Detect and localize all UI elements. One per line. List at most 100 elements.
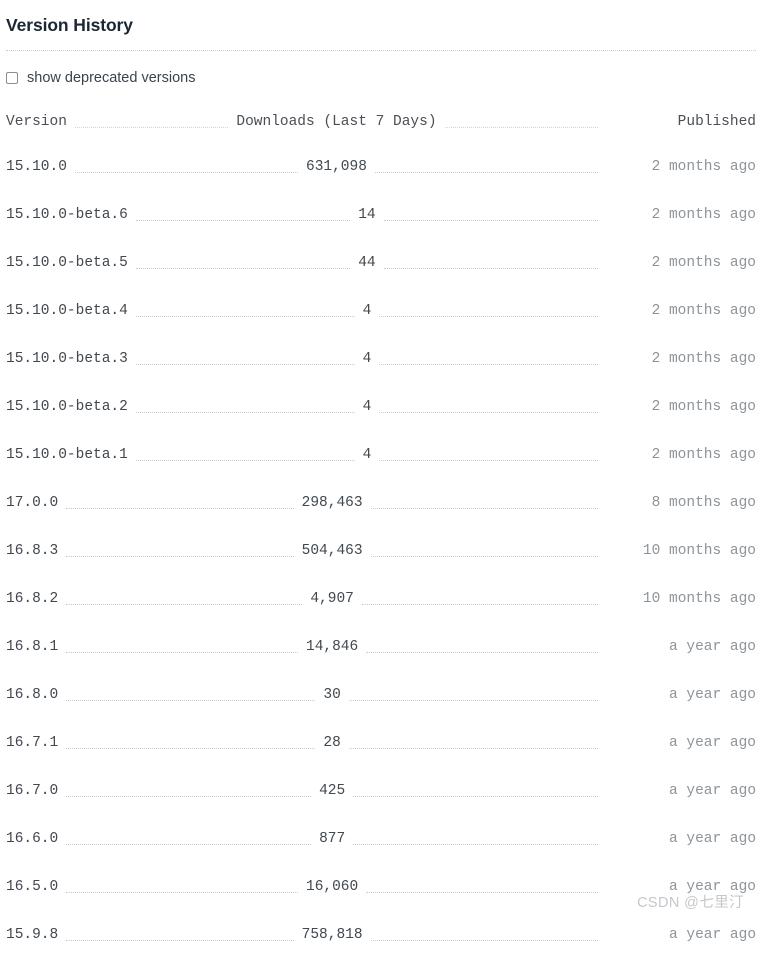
- column-header-version[interactable]: Version: [6, 114, 67, 130]
- table-row[interactable]: 16.7.0 425 a year ago: [6, 767, 756, 815]
- leader-dots: [74, 171, 298, 173]
- leader-dots: [66, 699, 316, 701]
- published-cell-wrap: 8 months ago: [606, 495, 756, 511]
- downloads-cell-wrap: 4,907: [310, 591, 354, 607]
- version-cell[interactable]: 16.7.1: [6, 735, 58, 751]
- published-cell-wrap: 2 months ago: [606, 255, 756, 271]
- table-row[interactable]: 15.10.0-beta.6 14 2 months ago: [6, 191, 756, 239]
- version-cell[interactable]: 15.10.0-beta.4: [6, 303, 128, 319]
- leader-dots: [370, 939, 599, 941]
- table-row[interactable]: 15.10.0-beta.5 44 2 months ago: [6, 239, 756, 287]
- published-cell-wrap: a year ago: [606, 687, 756, 703]
- published-cell: a year ago: [669, 927, 756, 943]
- leader-dots: [74, 126, 229, 128]
- downloads-cell-wrap: 30: [323, 687, 340, 703]
- leader-dots: [370, 507, 599, 509]
- downloads-cell: 877: [319, 831, 346, 847]
- table-row[interactable]: 16.6.0 877 a year ago: [6, 815, 756, 863]
- downloads-cell-wrap: 4: [363, 303, 372, 319]
- downloads-cell: 504,463: [301, 543, 363, 559]
- published-cell-wrap: a year ago: [606, 831, 756, 847]
- version-cell[interactable]: 15.10.0-beta.2: [6, 399, 128, 415]
- leader-dots: [135, 267, 351, 269]
- published-cell-wrap: 2 months ago: [606, 351, 756, 367]
- published-cell: 2 months ago: [651, 159, 756, 175]
- version-cell[interactable]: 15.10.0-beta.3: [6, 351, 128, 367]
- downloads-cell: 758,818: [301, 927, 363, 943]
- leader-dots: [66, 651, 298, 653]
- column-header-published[interactable]: Published: [678, 114, 756, 130]
- published-cell-wrap: a year ago: [606, 879, 756, 895]
- downloads-cell: 4: [362, 351, 372, 367]
- leader-dots: [135, 411, 355, 413]
- published-cell-wrap: a year ago: [606, 927, 756, 943]
- downloads-cell-wrap: 28: [323, 735, 340, 751]
- table-row[interactable]: 16.8.0 30 a year ago: [6, 671, 756, 719]
- version-cell[interactable]: 15.9.8: [6, 927, 58, 943]
- downloads-cell-wrap: 758,818: [302, 927, 363, 943]
- table-row[interactable]: 15.10.0-beta.4 4 2 months ago: [6, 287, 756, 335]
- downloads-cell-wrap: 14,846: [306, 639, 358, 655]
- table-row[interactable]: 16.7.1 28 a year ago: [6, 719, 756, 767]
- version-cell[interactable]: 16.8.3: [6, 543, 58, 559]
- published-cell: 2 months ago: [651, 399, 756, 415]
- version-cell[interactable]: 16.8.1: [6, 639, 58, 655]
- published-cell: 8 months ago: [651, 495, 756, 511]
- version-cell[interactable]: 16.7.0: [6, 783, 58, 799]
- version-cell[interactable]: 15.10.0-beta.5: [6, 255, 128, 271]
- version-cell[interactable]: 16.8.0: [6, 687, 58, 703]
- published-cell-wrap: a year ago: [606, 783, 756, 799]
- published-cell: 2 months ago: [651, 303, 756, 319]
- table-row[interactable]: 15.10.0-beta.1 4 2 months ago: [6, 431, 756, 479]
- show-deprecated-versions-row[interactable]: show deprecated versions: [6, 69, 756, 87]
- downloads-cell-wrap: 298,463: [302, 495, 363, 511]
- leader-dots: [353, 795, 599, 797]
- version-cell[interactable]: 15.10.0-beta.1: [6, 447, 128, 463]
- leader-dots: [348, 699, 598, 701]
- page-title: Version History: [6, 15, 133, 35]
- leader-dots: [66, 891, 298, 893]
- leader-dots: [383, 219, 599, 221]
- table-row[interactable]: 15.9.8 758,818 a year ago: [6, 911, 756, 959]
- published-cell: a year ago: [669, 831, 756, 847]
- downloads-cell-wrap: 631,098: [306, 159, 367, 175]
- table-row[interactable]: 15.10.0-beta.3 4 2 months ago: [6, 335, 756, 383]
- published-cell-wrap: a year ago: [606, 639, 756, 655]
- show-deprecated-versions-label[interactable]: show deprecated versions: [27, 69, 195, 87]
- version-cell[interactable]: 15.10.0-beta.6: [6, 207, 128, 223]
- downloads-cell-wrap: 4: [363, 447, 372, 463]
- table-row[interactable]: 15.10.0-beta.2 4 2 months ago: [6, 383, 756, 431]
- downloads-cell: 28: [323, 735, 341, 751]
- published-cell-wrap: a year ago: [606, 735, 756, 751]
- downloads-cell-wrap: 4: [363, 399, 372, 415]
- version-cell[interactable]: 17.0.0: [6, 495, 58, 511]
- leader-dots: [379, 315, 598, 317]
- leader-dots: [379, 363, 598, 365]
- version-cell[interactable]: 16.5.0: [6, 879, 58, 895]
- table-row[interactable]: 15.10.0 631,098 2 months ago: [6, 143, 756, 191]
- published-cell-wrap: 2 months ago: [606, 207, 756, 223]
- published-cell: 10 months ago: [642, 591, 756, 607]
- version-cell[interactable]: 15.10.0: [6, 159, 67, 175]
- published-cell: a year ago: [668, 735, 756, 751]
- table-row[interactable]: 16.8.3 504,463 10 months ago: [6, 527, 756, 575]
- leader-dots: [66, 795, 312, 797]
- leader-dots: [361, 603, 599, 605]
- column-header-published-wrap: Published: [606, 114, 756, 130]
- published-cell: 2 months ago: [651, 351, 756, 367]
- published-cell: a year ago: [668, 639, 756, 655]
- table-row[interactable]: 16.8.1 14,846 a year ago: [6, 623, 756, 671]
- published-cell: a year ago: [669, 783, 756, 799]
- version-cell[interactable]: 16.6.0: [6, 831, 58, 847]
- table-row[interactable]: 16.5.0 16,060 a year ago: [6, 863, 756, 911]
- leader-dots: [379, 459, 598, 461]
- show-deprecated-versions-checkbox[interactable]: [6, 72, 18, 84]
- table-row[interactable]: 16.8.2 4,907 10 months ago: [6, 575, 756, 623]
- leader-dots: [348, 747, 598, 749]
- version-cell[interactable]: 16.8.2: [6, 591, 58, 607]
- leader-dots: [135, 219, 351, 221]
- table-row[interactable]: 17.0.0 298,463 8 months ago: [6, 479, 756, 527]
- column-header-downloads[interactable]: Downloads (Last 7 Days): [236, 114, 436, 130]
- leader-dots: [366, 891, 598, 893]
- leader-dots: [66, 843, 312, 845]
